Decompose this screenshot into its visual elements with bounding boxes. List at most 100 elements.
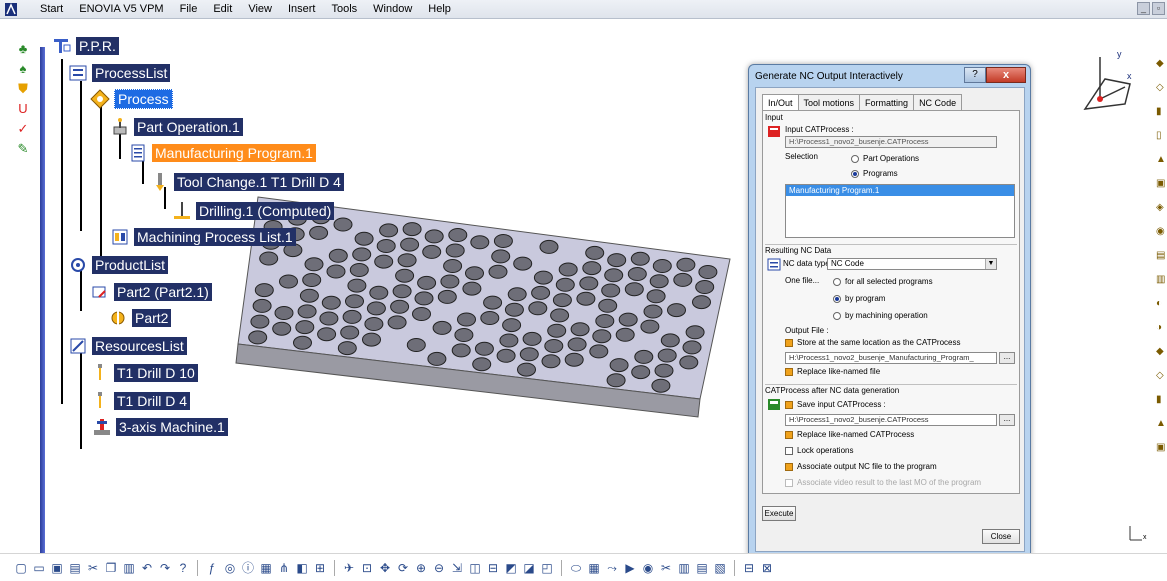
multi-view-icon[interactable]: ⊟ bbox=[486, 561, 500, 575]
tab-in-out[interactable]: In/Out bbox=[762, 94, 799, 111]
open-icon[interactable]: ▭ bbox=[32, 561, 46, 575]
fit-all-icon[interactable]: ⊡ bbox=[360, 561, 374, 575]
menu-insert[interactable]: Insert bbox=[280, 3, 324, 15]
document-icon[interactable]: ▧ bbox=[713, 561, 727, 575]
tree-node-part2[interactable]: Part2 bbox=[108, 308, 172, 328]
tree-node-processlist[interactable]: ProcessList bbox=[68, 63, 171, 83]
scissors-icon[interactable]: ✂ bbox=[659, 561, 673, 575]
cup-icon[interactable]: U bbox=[14, 101, 32, 117]
replay-icon[interactable]: ▶ bbox=[623, 561, 637, 575]
tool-icon-3[interactable]: ▮ bbox=[1156, 107, 1166, 117]
zoom-in-icon[interactable]: ⊕ bbox=[414, 561, 428, 575]
shield-icon[interactable]: ⛊ bbox=[14, 81, 32, 97]
knowledge-icon[interactable]: ◎ bbox=[223, 561, 237, 575]
paste-icon[interactable]: ▥ bbox=[122, 561, 136, 575]
save-input-catprocess-checkbox[interactable]: Save input CATProcess : bbox=[785, 400, 886, 409]
layers-icon[interactable]: ◧ bbox=[295, 561, 309, 575]
tree-graph-icon[interactable]: ⋔ bbox=[277, 561, 291, 575]
tool-icon-15[interactable]: ▮ bbox=[1156, 395, 1166, 405]
new-icon[interactable]: ▢ bbox=[14, 561, 28, 575]
tool-icon-10[interactable]: ▥ bbox=[1156, 275, 1166, 285]
tab-tool-motions[interactable]: Tool motions bbox=[797, 94, 861, 111]
measure-icon[interactable]: ⊞ bbox=[313, 561, 327, 575]
save-catprocess-field[interactable]: H:\Process1_novo2_busenje.CATProcess bbox=[785, 414, 997, 426]
menu-view[interactable]: View bbox=[240, 3, 280, 15]
replace-like-named-file-checkbox[interactable]: Replace like-named file bbox=[785, 367, 880, 376]
tree-node-resourceslist[interactable]: ResourcesList bbox=[68, 336, 187, 356]
store-same-location-checkbox[interactable]: Store at the same location as the CATPro… bbox=[785, 338, 960, 347]
tree-node-drilling[interactable]: Drilling.1 (Computed) bbox=[172, 201, 335, 221]
tree-node-part2-instance[interactable]: Part2 (Part2.1) bbox=[90, 282, 212, 302]
tree-node-drill-d10[interactable]: T1 Drill D 10 bbox=[90, 363, 198, 383]
feather-icon[interactable]: ✎ bbox=[14, 141, 32, 157]
tool-icon-8[interactable]: ◉ bbox=[1156, 227, 1166, 237]
menu-tools[interactable]: Tools bbox=[323, 3, 365, 15]
associate-nc-checkbox[interactable]: Associate output NC file to the program bbox=[785, 462, 937, 471]
pan-icon[interactable]: ✥ bbox=[378, 561, 392, 575]
tool-icon-4[interactable]: ▯ bbox=[1156, 131, 1166, 141]
tree-node-machining-process-list[interactable]: Machining Process List.1 bbox=[110, 227, 296, 247]
minimize-icon[interactable]: _ bbox=[1137, 2, 1150, 15]
radio-by-program[interactable]: by program bbox=[833, 294, 885, 303]
execute-button[interactable]: Execute bbox=[762, 506, 796, 521]
tree-node-machine[interactable]: 3-axis Machine.1 bbox=[92, 417, 228, 437]
copy-icon[interactable]: ❐ bbox=[104, 561, 118, 575]
output-file-field[interactable]: H:\Process1_novo2_busenje_Manufacturing_… bbox=[785, 352, 997, 364]
tool-icon-6[interactable]: ▣ bbox=[1156, 179, 1166, 189]
print-icon[interactable]: ▤ bbox=[68, 561, 82, 575]
table-icon[interactable]: ▦ bbox=[259, 561, 273, 575]
material-icon[interactable]: ⬭ bbox=[569, 561, 583, 575]
left-scroll-bar[interactable] bbox=[40, 47, 45, 553]
redo-icon[interactable]: ↷ bbox=[158, 561, 172, 575]
tree-node-productlist[interactable]: ProductList bbox=[68, 255, 169, 275]
tree-node-drill-d4[interactable]: T1 Drill D 4 bbox=[90, 391, 191, 411]
help-button[interactable]: ? bbox=[964, 67, 986, 83]
tool-icon-9[interactable]: ▤ bbox=[1156, 251, 1166, 261]
tree-node-tool-change[interactable]: Tool Change.1 T1 Drill D 4 bbox=[150, 172, 344, 192]
tool-icon-12[interactable]: ◑ bbox=[1156, 323, 1166, 333]
3d-viewport[interactable]: P.P.R. ProcessList Process Part Operatio… bbox=[0, 19, 1167, 553]
browse-output-button[interactable]: ... bbox=[999, 352, 1015, 364]
tree-node-part-operation[interactable]: Part Operation.1 bbox=[110, 117, 243, 137]
tool-icon-2[interactable]: ◇ bbox=[1156, 83, 1166, 93]
normal-view-icon[interactable]: ⇲ bbox=[450, 561, 464, 575]
restore-icon[interactable]: ▫ bbox=[1152, 2, 1165, 15]
zoom-out-icon[interactable]: ⊖ bbox=[432, 561, 446, 575]
radio-for-all-selected[interactable]: for all selected programs bbox=[833, 277, 933, 286]
lock-operations-checkbox[interactable]: Lock operations bbox=[785, 446, 853, 455]
replace-catprocess-checkbox[interactable]: Replace like-named CATProcess bbox=[785, 430, 914, 439]
formula-icon[interactable]: ƒ bbox=[205, 561, 219, 575]
compass-icon[interactable]: y x bbox=[1075, 49, 1145, 119]
tree-node-manufacturing-program[interactable]: Manufacturing Program.1 bbox=[128, 143, 316, 163]
tool-icon-11[interactable]: ◐ bbox=[1156, 299, 1166, 309]
nc-data-type-select[interactable]: NC Code ▼ bbox=[827, 258, 997, 270]
browse-save-button[interactable]: ... bbox=[999, 414, 1015, 426]
tool-icon-1[interactable]: ◆ bbox=[1156, 59, 1166, 69]
menu-window[interactable]: Window bbox=[365, 3, 420, 15]
tree-icon[interactable]: ♠ bbox=[14, 61, 32, 77]
list-item[interactable]: Manufacturing Program.1 bbox=[786, 185, 1014, 196]
menu-help[interactable]: Help bbox=[420, 3, 459, 15]
input-catprocess-field[interactable]: H:\Process1_novo2_busenje.CATProcess bbox=[785, 136, 997, 148]
radio-programs[interactable]: Programs bbox=[851, 169, 898, 178]
grid-icon[interactable]: ▦ bbox=[587, 561, 601, 575]
swap-visible-icon[interactable]: ◰ bbox=[540, 561, 554, 575]
nc-output-icon[interactable]: ▥ bbox=[677, 561, 691, 575]
radio-part-operations[interactable]: Part Operations bbox=[851, 154, 919, 163]
check-icon[interactable]: ✓ bbox=[14, 121, 32, 137]
tree-node-ppr[interactable]: P.P.R. bbox=[52, 36, 119, 56]
menu-file[interactable]: File bbox=[172, 3, 206, 15]
mfg-view-icon[interactable]: ▤ bbox=[695, 561, 709, 575]
iso-view-icon[interactable]: ◫ bbox=[468, 561, 482, 575]
tool-icon-5[interactable]: ▲ bbox=[1156, 155, 1166, 165]
close-x-button[interactable]: x bbox=[986, 67, 1026, 83]
menu-enovia[interactable]: ENOVIA V5 VPM bbox=[71, 3, 171, 15]
tab-formatting[interactable]: Formatting bbox=[859, 94, 915, 111]
hide-show-icon[interactable]: ◪ bbox=[522, 561, 536, 575]
chevron-down-icon[interactable]: ▼ bbox=[985, 259, 996, 269]
undo-icon[interactable]: ↶ bbox=[140, 561, 154, 575]
menu-edit[interactable]: Edit bbox=[205, 3, 240, 15]
whats-this-icon[interactable]: ? bbox=[176, 561, 190, 575]
save-icon[interactable]: ▣ bbox=[50, 561, 64, 575]
cut-icon[interactable]: ✂ bbox=[86, 561, 100, 575]
